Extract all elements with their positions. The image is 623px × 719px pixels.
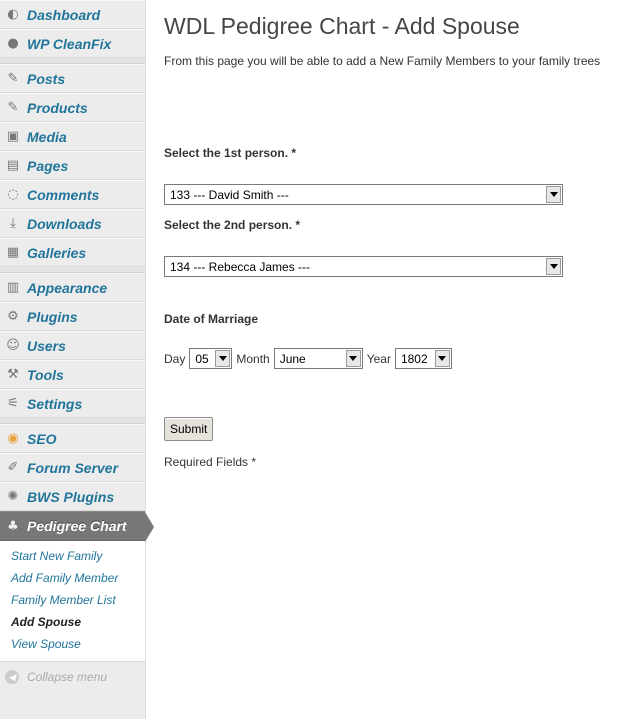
dropdown-arrow-icon[interactable]	[345, 350, 361, 367]
required-fields-note: Required Fields *	[164, 455, 257, 469]
menu-downloads[interactable]: ⤓ Downloads	[0, 209, 145, 238]
submenu-family-member-list[interactable]: Family Member List	[0, 589, 145, 611]
pin-icon: ✎	[7, 71, 19, 86]
collapse-arrow-icon: ◀	[5, 670, 19, 684]
main-content: WDL Pedigree Chart - Add Spouse From thi…	[164, 0, 623, 469]
menu-wp-cleanfix[interactable]: ● WP CleanFix	[0, 29, 145, 58]
dashboard-icon: ◐	[7, 7, 19, 22]
appearance-icon: ▥	[6, 280, 20, 295]
collapse-menu[interactable]: ◀ Collapse menu	[0, 662, 145, 692]
month-select[interactable]: June	[273, 348, 363, 369]
menu-seo[interactable]: ◉ SEO	[0, 424, 145, 453]
menu-pages[interactable]: ▤ Pages	[0, 151, 145, 180]
menu-appearance[interactable]: ▥ Appearance	[0, 273, 145, 302]
menu-settings[interactable]: ⚟ Settings	[0, 389, 145, 418]
dropdown-arrow-icon[interactable]	[434, 350, 450, 367]
dropdown-arrow-icon[interactable]	[215, 350, 231, 367]
media-icon: ▣	[6, 129, 20, 144]
pedigree-submenu: Start New Family Add Family Member Famil…	[0, 541, 145, 662]
marriage-date-label: Date of Marriage	[164, 312, 259, 326]
page-title: WDL Pedigree Chart - Add Spouse	[164, 13, 520, 39]
tools-icon: ⚒	[7, 367, 19, 382]
year-select[interactable]: 1802	[394, 348, 452, 369]
download-icon: ⤓	[10, 216, 16, 231]
plugin-icon: ⚙	[7, 309, 19, 324]
page-intro: From this page you will be able to add a…	[164, 54, 601, 68]
pencil-icon: ✐	[7, 460, 19, 475]
comment-icon: ◌	[7, 187, 19, 202]
menu-galleries[interactable]: ▦ Galleries	[0, 238, 145, 267]
month-label: Month	[236, 351, 270, 366]
pages-icon: ▤	[6, 158, 20, 173]
swirl-icon: ✺	[7, 489, 19, 504]
menu-comments[interactable]: ◌ Comments	[0, 180, 145, 209]
menu-forum-server[interactable]: ✐ Forum Server	[0, 453, 145, 482]
dropdown-arrow-icon[interactable]	[546, 258, 561, 275]
menu-products[interactable]: ✎ Products	[0, 93, 145, 122]
menu-media[interactable]: ▣ Media	[0, 122, 145, 151]
day-label: Day	[164, 351, 186, 366]
menu-plugins[interactable]: ⚙ Plugins	[0, 302, 145, 331]
menu-tools[interactable]: ⚒ Tools	[0, 360, 145, 389]
second-person-select[interactable]: 134 --- Rebecca James ---	[164, 256, 563, 277]
submenu-add-family-member[interactable]: Add Family Member	[0, 567, 145, 589]
year-label: Year	[366, 351, 391, 366]
menu-dashboard[interactable]: ◐ Dashboard	[0, 0, 145, 29]
day-select[interactable]: 05	[189, 348, 233, 369]
first-person-label: Select the 1st person. *	[164, 146, 297, 160]
users-icon: ☺	[6, 338, 20, 353]
dropdown-arrow-icon[interactable]	[546, 186, 561, 203]
admin-sidebar: ◐ Dashboard ● WP CleanFix ✎ Posts ✎ Products…	[0, 0, 154, 719]
settings-icon: ⚟	[7, 396, 19, 411]
submenu-start-new-family[interactable]: Start New Family	[0, 545, 145, 567]
tree-icon: ♣	[7, 518, 19, 534]
seo-icon: ◉	[7, 431, 19, 446]
menu-pedigree-chart[interactable]: ♣ Pedigree Chart	[0, 511, 154, 542]
first-person-select[interactable]: 133 --- David Smith ---	[164, 184, 563, 205]
menu-users[interactable]: ☺ Users	[0, 331, 145, 360]
submenu-view-spouse[interactable]: View Spouse	[0, 633, 145, 655]
pin-icon: ✎	[7, 100, 19, 115]
gallery-icon: ▦	[6, 245, 20, 260]
submit-button[interactable]: Submit	[164, 417, 214, 441]
menu-posts[interactable]: ✎ Posts	[0, 64, 145, 93]
second-person-label: Select the 2nd person. *	[164, 218, 301, 232]
menu-bws-plugins[interactable]: ✺ BWS Plugins	[0, 482, 145, 511]
marriage-date-row: Day 05 Month June Year 1802	[164, 348, 623, 369]
globe-icon: ●	[7, 36, 19, 51]
submenu-add-spouse[interactable]: Add Spouse	[0, 611, 145, 633]
